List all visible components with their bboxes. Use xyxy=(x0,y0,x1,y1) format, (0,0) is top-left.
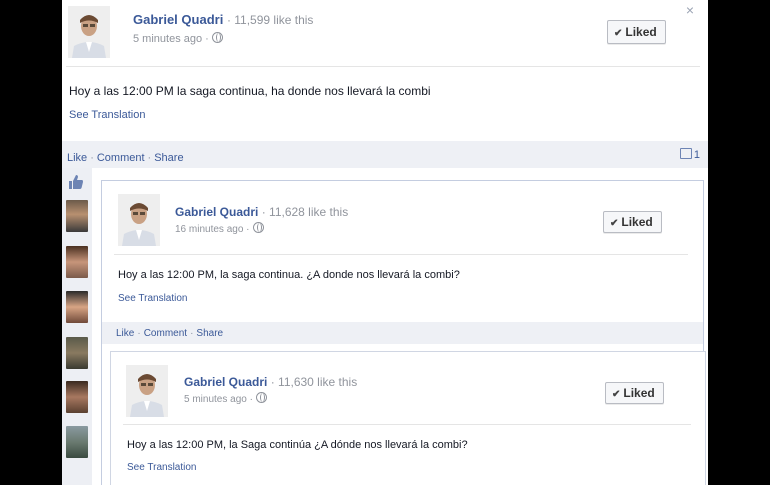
checkmark-icon: ✔ xyxy=(610,218,619,229)
close-icon[interactable]: × xyxy=(682,2,698,18)
post-3: Gabriel Quadri · 11,630 like this 5 minu… xyxy=(110,351,706,485)
post-timestamp[interactable]: 5 minutes ago · xyxy=(133,32,223,45)
liked-button[interactable]: ✔ Liked xyxy=(605,382,664,404)
page-like-count: · 11,630 like this xyxy=(270,375,358,389)
checkmark-icon: ✔ xyxy=(612,389,621,400)
like-link[interactable]: Like xyxy=(116,328,134,339)
divider xyxy=(114,254,688,255)
liked-button[interactable]: ✔ Liked xyxy=(607,20,666,44)
page-like-count: · 11,599 like this xyxy=(226,13,314,27)
profile-photo-icon xyxy=(118,194,160,246)
author-avatar[interactable] xyxy=(68,6,110,58)
liker-avatar[interactable] xyxy=(66,381,88,413)
post-text: Hoy a las 12:00 PM, la saga continua. ¿A… xyxy=(118,269,460,281)
share-link[interactable]: Share xyxy=(196,328,223,339)
author-name[interactable]: Gabriel Quadri · 11,630 like this xyxy=(184,375,357,389)
liker-avatar[interactable] xyxy=(66,246,88,278)
comment-link[interactable]: Comment xyxy=(97,152,145,164)
liked-button[interactable]: ✔ Liked xyxy=(603,211,662,233)
profile-photo-icon xyxy=(68,6,110,58)
page-like-count: · 11,628 like this xyxy=(261,205,349,219)
author-name[interactable]: Gabriel Quadri · 11,599 like this xyxy=(133,12,313,27)
checkmark-icon: ✔ xyxy=(614,28,623,39)
globe-icon xyxy=(255,392,267,403)
post-timestamp[interactable]: 16 minutes ago · xyxy=(175,222,264,235)
globe-icon xyxy=(211,32,223,43)
post-text: Hoy a las 12:00 PM, la Saga continúa ¿A … xyxy=(127,439,468,451)
see-translation-link[interactable]: See Translation xyxy=(118,293,188,304)
liker-avatar[interactable] xyxy=(66,200,88,232)
post-actions-bar: Like · Comment · Share xyxy=(102,322,703,344)
globe-icon xyxy=(252,222,264,233)
divider xyxy=(66,66,700,67)
see-translation-link[interactable]: See Translation xyxy=(69,109,145,121)
author-name[interactable]: Gabriel Quadri · 11,628 like this xyxy=(175,205,348,219)
liker-avatar[interactable] xyxy=(66,291,88,323)
profile-photo-icon xyxy=(126,365,168,417)
author-avatar[interactable] xyxy=(126,365,168,417)
share-link[interactable]: Share xyxy=(154,152,183,164)
post-actions-bar: Like · Comment · Share 1 xyxy=(62,141,708,168)
comment-link[interactable]: Comment xyxy=(144,328,187,339)
liker-avatar[interactable] xyxy=(66,337,88,369)
see-translation-link[interactable]: See Translation xyxy=(127,462,197,473)
author-avatar[interactable] xyxy=(118,194,160,246)
like-link[interactable]: Like xyxy=(67,152,87,164)
liker-avatar[interactable] xyxy=(66,426,88,458)
comment-icon xyxy=(679,148,692,159)
comment-count[interactable]: 1 xyxy=(679,148,700,161)
thumbs-up-icon xyxy=(69,175,83,189)
divider xyxy=(123,424,691,425)
facebook-post-stack: × Gabriel Quadri · 11,599 like this 5 mi… xyxy=(62,0,708,485)
post-timestamp[interactable]: 5 minutes ago · xyxy=(184,392,267,405)
post-text: Hoy a las 12:00 PM la saga continua, ha … xyxy=(69,84,431,98)
